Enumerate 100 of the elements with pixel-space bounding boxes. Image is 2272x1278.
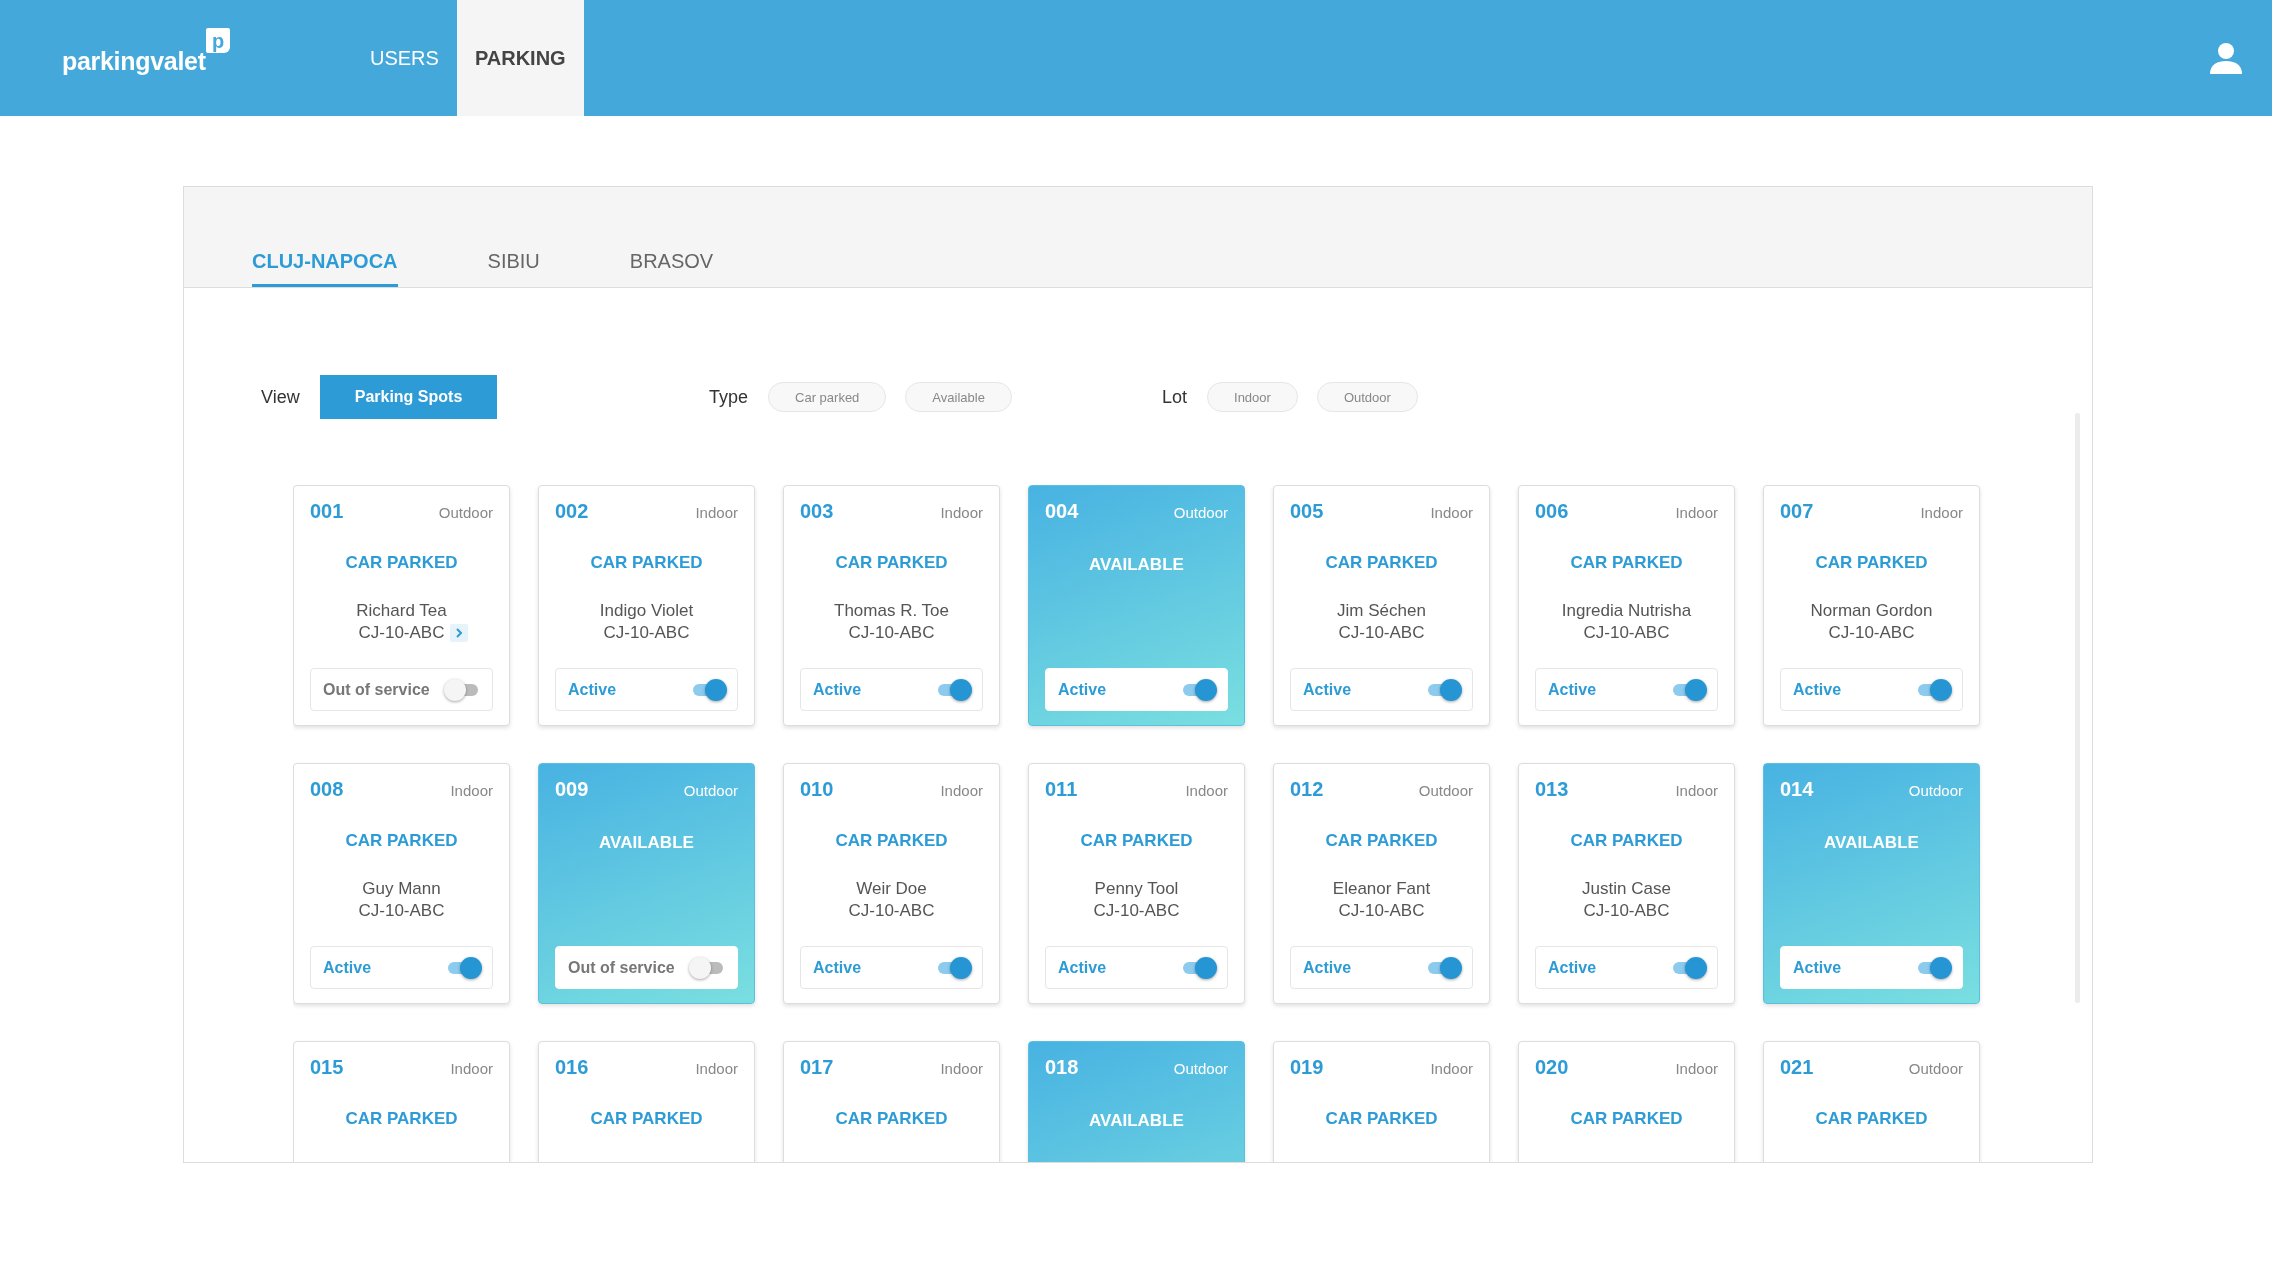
owner-name: Eleanor Fant: [1332, 879, 1431, 899]
parking-spot-card[interactable]: 016 Indoor CAR PARKED: [538, 1041, 755, 1162]
parking-spot-card[interactable]: 020 Indoor CAR PARKED: [1518, 1041, 1735, 1162]
lot-type: Indoor: [940, 782, 983, 799]
spot-status: CAR PARKED: [835, 553, 948, 573]
spot-status: CAR PARKED: [590, 1109, 703, 1129]
license-plate: CJ-10-ABC: [848, 623, 935, 643]
license-plate: CJ-10-ABC: [1583, 901, 1670, 921]
parking-spot-card[interactable]: 008 Indoor CAR PARKED Guy Mann CJ-10-ABC Active: [293, 763, 510, 1004]
city-tab[interactable]: CLUJ-NAPOCA: [252, 250, 398, 287]
filter-chip[interactable]: Available: [905, 382, 1012, 412]
available-spot-card[interactable]: 014 Outdoor AVAILABLE Active: [1763, 763, 1980, 1004]
lot-type: Indoor: [695, 1060, 738, 1077]
owner-name: Penny Tool: [1094, 879, 1179, 899]
spot-status: CAR PARKED: [590, 553, 703, 573]
lot-type: Outdoor: [683, 782, 738, 799]
filter-label: Lot: [1162, 386, 1188, 408]
parking-spot-card[interactable]: 017 Indoor CAR PARKED: [783, 1041, 1000, 1162]
parking-spot-card[interactable]: 002 Indoor CAR PARKED Indigo Violet CJ-10-ABC Active: [538, 485, 755, 726]
logo-text: parkingvalet: [62, 47, 206, 76]
parking-spot-card[interactable]: 011 Indoor CAR PARKED Penny Tool CJ-10-ABC Active: [1028, 763, 1245, 1004]
spot-number: 016: [555, 1056, 589, 1079]
spot-number: 003: [800, 500, 834, 523]
license-plate: CJ-10-ABC: [358, 901, 445, 921]
spot-status: CAR PARKED: [835, 831, 948, 851]
spot-status: CAR PARKED: [345, 553, 458, 573]
lot-type: Indoor: [450, 782, 493, 799]
spot-status: CAR PARKED: [1570, 553, 1683, 573]
lot-type: Indoor: [1185, 782, 1228, 799]
service-label: Active: [1058, 680, 1107, 699]
filter-chip[interactable]: Outdoor: [1316, 382, 1418, 412]
spot-number: 006: [1535, 500, 1569, 523]
spot-status: CAR PARKED: [345, 831, 458, 851]
spot-status: CAR PARKED: [1570, 831, 1683, 851]
user-icon[interactable]: [2210, 42, 2242, 74]
spot-number: 014: [1780, 778, 1814, 801]
nav-tab[interactable]: USERS: [352, 0, 457, 116]
spot-number: 009: [555, 778, 589, 801]
owner-name: Weir Doe: [856, 879, 927, 899]
service-label: Active: [1793, 958, 1842, 977]
spot-status: CAR PARKED: [1815, 1109, 1928, 1129]
spot-number: 005: [1290, 500, 1324, 523]
filter-chip[interactable]: Indoor: [1207, 382, 1298, 412]
lot-type: Indoor: [1675, 782, 1718, 799]
spot-status: CAR PARKED: [1570, 1109, 1683, 1129]
view-button[interactable]: Parking Spots: [319, 375, 498, 419]
filter-chip[interactable]: Car parked: [768, 382, 887, 412]
spot-number: 013: [1535, 778, 1569, 801]
owner-name: Indigo Violet: [599, 601, 694, 621]
license-plate: CJ-10-ABC: [603, 623, 690, 643]
parking-spot-card[interactable]: 015 Indoor CAR PARKED: [293, 1041, 510, 1162]
owner-name: Ingredia Nutrisha: [1561, 601, 1692, 621]
service-label: Active: [813, 958, 862, 977]
service-label: Active: [568, 680, 617, 699]
spot-number: 007: [1780, 500, 1814, 523]
license-plate: CJ-10-ABC: [1828, 623, 1915, 643]
parking-spot-card[interactable]: 021 Outdoor CAR PARKED: [1763, 1041, 1980, 1162]
city-tab[interactable]: BRASOV: [629, 250, 714, 287]
license-plate: CJ-10-ABC: [1338, 901, 1425, 921]
license-plate: CJ-10-ABC: [1093, 901, 1180, 921]
spot-status: AVAILABLE: [1089, 555, 1184, 575]
parking-spot-card[interactable]: 006 Indoor CAR PARKED Ingredia Nutrisha CJ-10-ABC Active: [1518, 485, 1735, 726]
parking-spot-card[interactable]: 001 Outdoor CAR PARKED Richard Tea CJ-10-ABC Out of service: [293, 485, 510, 726]
parking-spot-card[interactable]: 019 Indoor CAR PARKED: [1273, 1041, 1490, 1162]
spot-number: 010: [800, 778, 834, 801]
spot-status: AVAILABLE: [1089, 1111, 1184, 1131]
city-tab[interactable]: SIBIU: [487, 250, 540, 287]
spot-status: CAR PARKED: [1325, 1109, 1438, 1129]
filter-label: View: [261, 386, 300, 408]
spot-status: CAR PARKED: [1325, 553, 1438, 573]
spot-status: CAR PARKED: [1325, 831, 1438, 851]
lot-type: Indoor: [1675, 1060, 1718, 1077]
logo-badge: p: [206, 28, 230, 53]
spot-number: 020: [1535, 1056, 1569, 1079]
parking-spot-card[interactable]: 012 Outdoor CAR PARKED Eleanor Fant CJ-10-ABC Active: [1273, 763, 1490, 1004]
parking-spot-card[interactable]: 005 Indoor CAR PARKED Jim Séchen CJ-10-ABC Active: [1273, 485, 1490, 726]
parking-spot-card[interactable]: 013 Indoor CAR PARKED Justin Case CJ-10-ABC Active: [1518, 763, 1735, 1004]
owner-name: Richard Tea: [356, 601, 447, 621]
service-label: Active: [1548, 958, 1597, 977]
details-button[interactable]: [450, 624, 469, 642]
parking-spot-card[interactable]: 007 Indoor CAR PARKED Norman Gordon CJ-10-ABC Active: [1763, 485, 1980, 726]
lot-type: Indoor: [940, 504, 983, 521]
spot-status: AVAILABLE: [599, 833, 694, 853]
owner-name: Norman Gordon: [1810, 601, 1933, 621]
parking-spot-card[interactable]: 003 Indoor CAR PARKED Thomas R. Toe CJ-10-ABC Active: [783, 485, 1000, 726]
service-label: Active: [1058, 958, 1107, 977]
lot-type: Indoor: [1430, 504, 1473, 521]
available-spot-card[interactable]: 018 Outdoor AVAILABLE: [1028, 1041, 1245, 1162]
parking-spot-card[interactable]: 010 Indoor CAR PARKED Weir Doe CJ-10-ABC Active: [783, 763, 1000, 1004]
service-label: Active: [1303, 680, 1352, 699]
spot-status: AVAILABLE: [1824, 833, 1919, 853]
license-plate: CJ-10-ABC: [358, 623, 445, 643]
available-spot-card[interactable]: 004 Outdoor AVAILABLE Active: [1028, 485, 1245, 726]
service-label: Active: [1793, 680, 1842, 699]
service-label: Active: [813, 680, 862, 699]
available-spot-card[interactable]: 009 Outdoor AVAILABLE Out of service: [538, 763, 755, 1004]
nav-tab[interactable]: PARKING: [456, 0, 584, 116]
lot-type: Indoor: [450, 1060, 493, 1077]
owner-name: Justin Case: [1582, 879, 1671, 899]
lot-type: Indoor: [940, 1060, 983, 1077]
